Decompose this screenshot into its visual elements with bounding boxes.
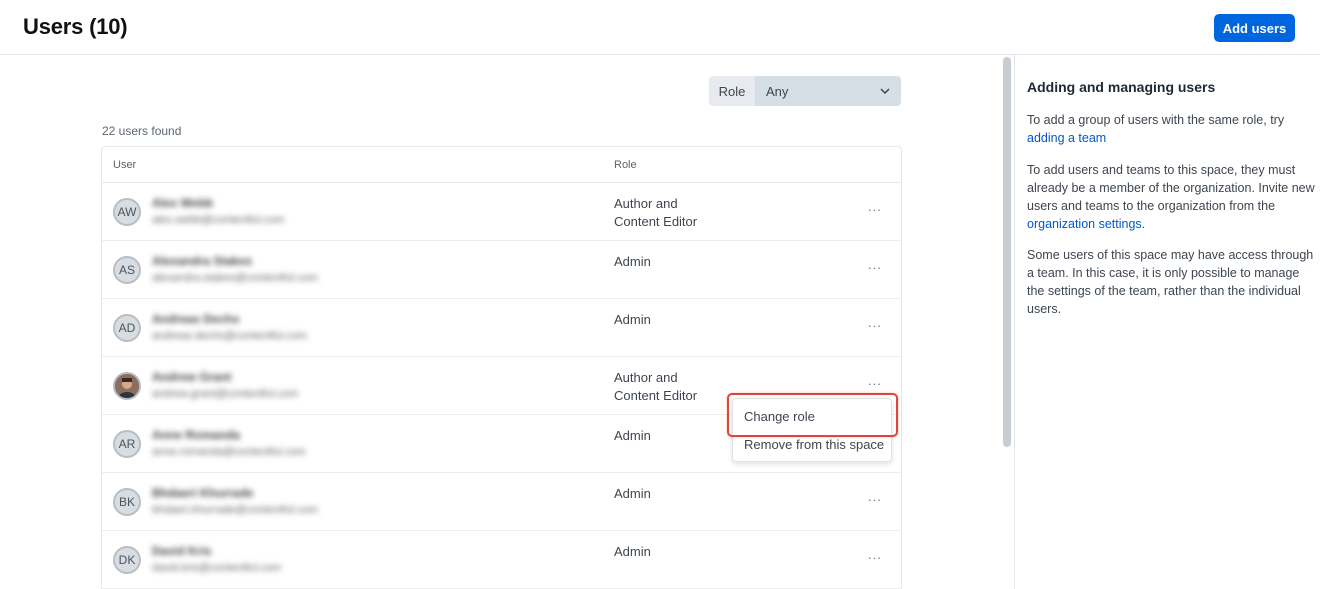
user-name: Alexandra Stakes — [152, 254, 253, 268]
scrollbar[interactable] — [1003, 57, 1011, 447]
avatar: AD — [113, 314, 141, 342]
role-line: Admin — [614, 312, 651, 327]
user-email: bhdaeri.khurrade@contentful.com — [152, 504, 318, 516]
row-context-menu: Change role Remove from this space — [732, 398, 892, 462]
role-line: Content Editor — [614, 388, 698, 403]
user-name: Alex Webb — [152, 196, 214, 210]
user-role: Admin — [614, 485, 724, 503]
table-row: BK Bhdaeri Khurrade bhdaeri.khurrade@con… — [102, 473, 901, 531]
user-name: Andreas Dechs — [152, 312, 240, 326]
role-line: Admin — [614, 428, 651, 443]
user-name: Bhdaeri Khurrade — [152, 486, 254, 500]
user-name: David Kris — [152, 544, 212, 558]
user-role: Admin — [614, 253, 724, 271]
sidebar-paragraph: To add a group of users with the same ro… — [1027, 111, 1315, 147]
avatar: AS — [113, 256, 141, 284]
column-header-user: User — [113, 159, 137, 171]
sidebar-paragraph: Some users of this space may have access… — [1027, 248, 1314, 316]
avatar-photo — [113, 372, 141, 400]
users-table: User Role AW Alex Webb alex.webb@content… — [101, 146, 902, 589]
user-photo-icon — [115, 374, 139, 398]
user-role: Author and Content Editor — [614, 195, 724, 231]
role-line: Admin — [614, 254, 651, 269]
row-actions-button[interactable]: ... — [868, 315, 882, 330]
adding-team-link[interactable]: adding a team — [1027, 131, 1106, 145]
sidebar-text: To add users and teams to this space, th… — [1027, 163, 1315, 213]
user-email: andreas.dechs@contentful.com — [152, 330, 307, 342]
user-email: alex.webb@contentful.com — [152, 214, 285, 226]
organization-settings-link[interactable]: organization settings — [1027, 217, 1142, 231]
user-role: Admin — [614, 427, 724, 445]
avatar: BK — [113, 488, 141, 516]
table-row: AW Alex Webb alex.webb@contentful.com Au… — [102, 183, 901, 241]
column-header-role: Role — [614, 159, 637, 171]
role-line: Content Editor — [614, 214, 698, 229]
user-name: Anne Romanda — [152, 428, 241, 442]
user-email: david.kris@contentful.com — [152, 562, 282, 574]
row-actions-button[interactable]: ... — [868, 489, 882, 504]
user-email: anne.romanda@contentful.com — [152, 446, 306, 458]
role-select[interactable]: Any — [756, 76, 901, 106]
user-role: Author and Content Editor — [614, 369, 724, 405]
role-filter[interactable]: Role Any — [709, 76, 901, 106]
chevron-down-icon — [880, 88, 890, 95]
role-line: Admin — [614, 486, 651, 501]
role-select-value: Any — [766, 83, 789, 99]
role-line: Author and — [614, 196, 678, 211]
add-users-button[interactable]: Add users — [1214, 14, 1295, 42]
user-role: Admin — [614, 543, 724, 561]
avatar: AW — [113, 198, 141, 226]
users-found-count: 22 users found — [102, 124, 182, 138]
user-name: Andrew Grant — [152, 370, 232, 384]
user-email: alexandra.stakes@contentful.com — [152, 272, 318, 284]
avatar: AR — [113, 430, 141, 458]
page-title: Users (10) — [23, 14, 128, 39]
sidebar-text: . — [1141, 217, 1146, 231]
row-actions-button[interactable]: ... — [868, 257, 882, 272]
user-role: Admin — [614, 311, 724, 329]
role-line: Author and — [614, 370, 678, 385]
row-actions-button[interactable]: ... — [868, 373, 882, 388]
row-actions-button[interactable]: ... — [868, 547, 882, 562]
table-row: AD Andreas Dechs andreas.dechs@contentfu… — [102, 299, 901, 357]
role-line: Admin — [614, 544, 651, 559]
user-email: andrew.grant@contentful.com — [152, 388, 299, 400]
row-actions-button[interactable]: ... — [868, 199, 882, 214]
table-row: DK David Kris david.kris@contentful.com … — [102, 531, 901, 589]
sidebar-text: To add a group of users with the same ro… — [1027, 113, 1285, 127]
role-filter-label: Role — [709, 76, 756, 106]
sidebar-paragraph: To add users and teams to this space, th… — [1027, 161, 1315, 233]
menu-item-remove-from-space[interactable]: Remove from this space — [733, 433, 891, 461]
table-row: AS Alexandra Stakes alexandra.stakes@con… — [102, 241, 901, 299]
table-header: User Role — [102, 147, 901, 183]
sidebar-title: Adding and managing users — [1027, 79, 1216, 95]
page-header: Users (10) Add users — [0, 0, 1320, 55]
help-sidebar: Adding and managing users To add a group… — [1014, 55, 1320, 589]
menu-item-change-role[interactable]: Change role — [733, 399, 891, 433]
avatar: DK — [113, 546, 141, 574]
